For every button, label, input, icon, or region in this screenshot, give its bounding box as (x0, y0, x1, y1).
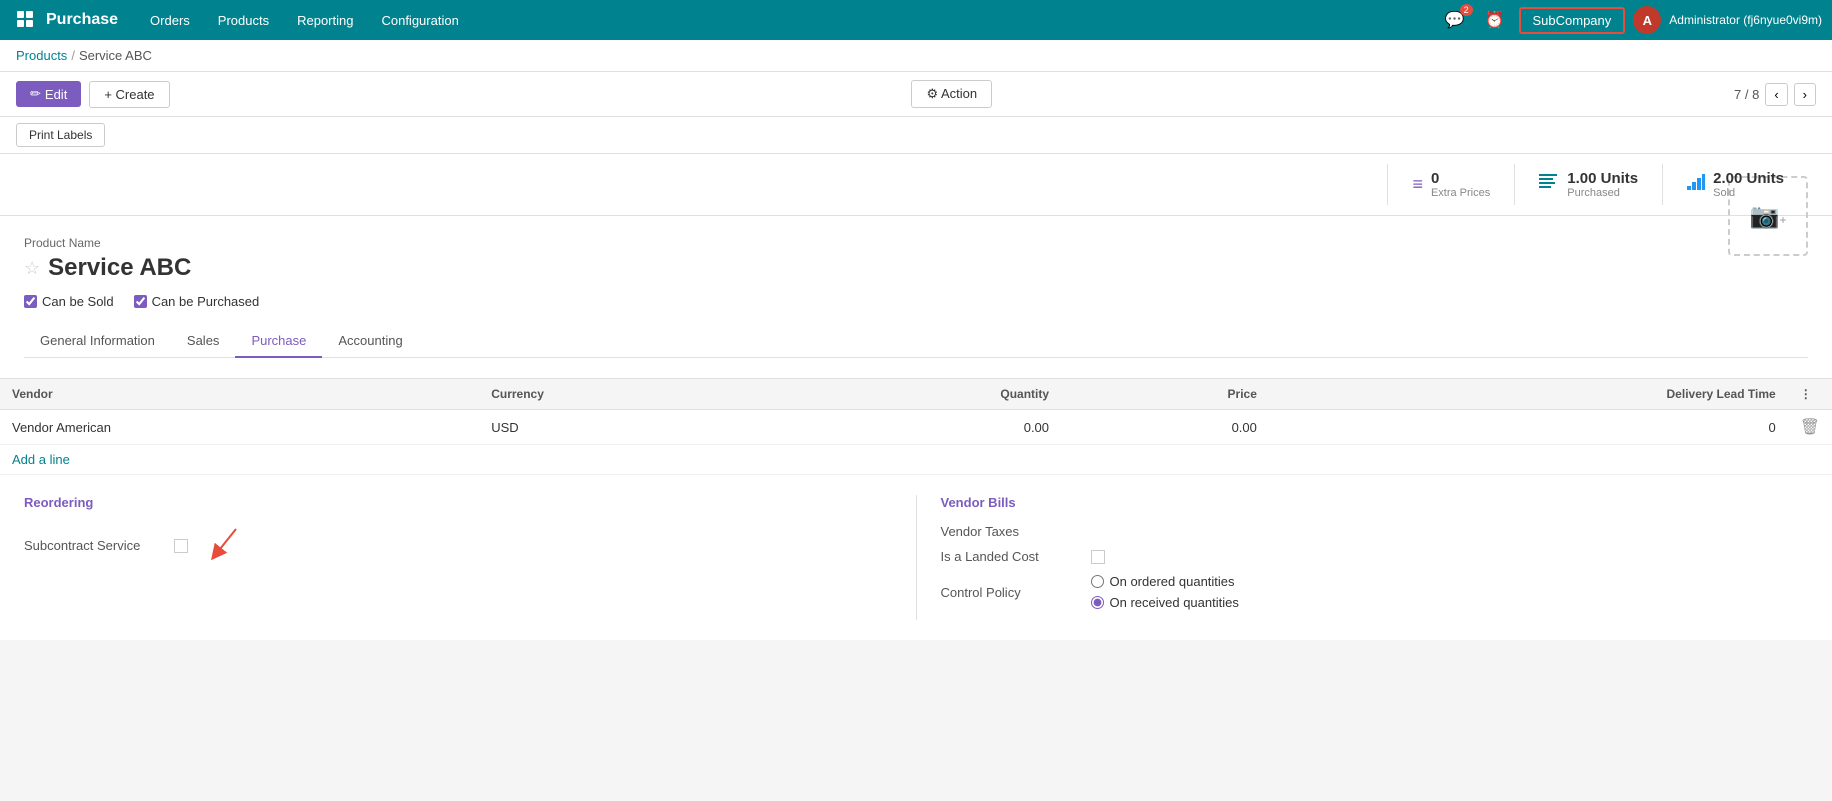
extra-prices-label: Extra Prices (1431, 187, 1490, 199)
reordering-section: Reordering Subcontract Service (24, 495, 892, 620)
vendor-col-header: Vendor (0, 379, 479, 410)
chat-icon[interactable]: 💬 2 (1439, 6, 1471, 34)
tab-purchase[interactable]: Purchase (235, 325, 322, 358)
avatar[interactable]: A (1633, 6, 1661, 34)
table-options-icon[interactable]: ⋮ (1800, 387, 1812, 401)
units-purchased-label: Purchased (1567, 187, 1638, 199)
tab-sales[interactable]: Sales (171, 325, 236, 358)
tab-accounting[interactable]: Accounting (322, 325, 418, 358)
main-toolbar: ✏ Edit + Create ⚙ Action 7 / 8 ‹ › (0, 72, 1832, 117)
delivery-lead-time-col-header: Delivery Lead Time (1269, 379, 1788, 410)
subcontract-service-label: Subcontract Service (24, 538, 164, 553)
extra-prices-number: 0 (1431, 170, 1490, 187)
purchase-tab-content: Vendor Currency Quantity Price Delivery … (0, 379, 1832, 640)
pagination-text: 7 / 8 (1734, 87, 1759, 102)
can-be-purchased-checkbox[interactable]: Can be Purchased (134, 294, 260, 309)
secondary-toolbar: Print Labels (0, 117, 1832, 154)
delete-row-button[interactable]: 🗑 (1800, 417, 1820, 437)
quantity-col-header: Quantity (778, 379, 1061, 410)
print-labels-button[interactable]: Print Labels (16, 123, 105, 147)
subcompany-button[interactable]: SubCompany (1519, 7, 1626, 34)
reordering-title: Reordering (24, 495, 892, 510)
product-title-row: ☆ Service ABC (24, 254, 1728, 282)
vendor-table: Vendor Currency Quantity Price Delivery … (0, 379, 1832, 475)
extra-prices-icon: ≡ (1412, 174, 1423, 195)
price-col-header: Price (1061, 379, 1269, 410)
vendor-bills-section: Vendor Bills Vendor Taxes Is a Landed Co… (941, 495, 1809, 620)
product-flags: Can be Sold Can be Purchased (24, 294, 1808, 309)
chat-badge: 2 (1460, 4, 1473, 16)
bottom-sections: Reordering Subcontract Service (0, 475, 1832, 620)
breadcrumb: Products / Service ABC (0, 40, 1832, 72)
units-purchased-icon (1539, 174, 1559, 195)
control-policy-label: Control Policy (941, 585, 1081, 600)
nav-icons-group: 💬 2 ⏰ SubCompany A Administrator (fj6nyu… (1439, 6, 1822, 34)
landed-cost-label: Is a Landed Cost (941, 549, 1081, 564)
create-button[interactable]: + Create (89, 81, 169, 108)
landed-cost-checkbox[interactable] (1091, 550, 1105, 564)
currency-col-header: Currency (479, 379, 778, 410)
nav-configuration[interactable]: Configuration (369, 7, 470, 34)
vendor-bills-title: Vendor Bills (941, 495, 1809, 510)
user-name[interactable]: Administrator (fj6nyue0vi9m) (1669, 13, 1822, 27)
stats-bar: ≡ 0 Extra Prices 1.00 Units Purchased (0, 154, 1832, 216)
main-content: 📷+ Product Name ☆ Service ABC Can be Sol… (0, 216, 1832, 379)
section-divider (916, 495, 917, 620)
favorite-star-icon[interactable]: ☆ (24, 258, 40, 279)
subcontract-service-field: Subcontract Service (24, 524, 892, 567)
stat-extra-prices[interactable]: ≡ 0 Extra Prices (1387, 164, 1514, 205)
vendor-taxes-label: Vendor Taxes (941, 524, 1081, 539)
pagination: 7 / 8 ‹ › (1734, 83, 1816, 106)
tab-general-information[interactable]: General Information (24, 325, 171, 358)
pagination-prev[interactable]: ‹ (1765, 83, 1787, 106)
stat-units-purchased[interactable]: 1.00 Units Purchased (1514, 164, 1662, 205)
units-purchased-number: 1.00 Units (1567, 170, 1638, 187)
add-line-label[interactable]: Add a line (0, 445, 1832, 475)
options-col-header: ⋮ (1788, 379, 1832, 410)
action-button[interactable]: ⚙ Action (911, 80, 992, 108)
app-title: Purchase (46, 11, 118, 29)
radio-ordered-quantities[interactable]: On ordered quantities (1091, 574, 1239, 589)
top-navigation: Purchase Orders Products Reporting Confi… (0, 0, 1832, 40)
nav-reporting[interactable]: Reporting (285, 7, 365, 34)
clock-icon[interactable]: ⏰ (1479, 6, 1511, 34)
units-sold-icon (1687, 174, 1705, 195)
radio-received-quantities[interactable]: On received quantities (1091, 595, 1239, 610)
units-sold-number: 2.00 Units (1713, 170, 1784, 187)
radio-ordered-label: On ordered quantities (1110, 574, 1235, 589)
radio-received-label: On received quantities (1110, 595, 1239, 610)
nav-products[interactable]: Products (206, 7, 281, 34)
grid-icon[interactable] (10, 4, 42, 36)
vendor-taxes-field: Vendor Taxes (941, 524, 1809, 539)
product-title: Service ABC (48, 254, 191, 282)
control-policy-field: Control Policy On ordered quantities On … (941, 574, 1809, 610)
breadcrumb-parent[interactable]: Products (16, 48, 67, 63)
breadcrumb-current: Service ABC (79, 48, 152, 63)
units-sold-label: Sold (1713, 187, 1784, 199)
pagination-next[interactable]: › (1794, 83, 1816, 106)
table-row: Vendor American USD 0.00 0.00 0 🗑 (0, 410, 1832, 445)
landed-cost-field: Is a Landed Cost (941, 549, 1809, 564)
subcontract-service-checkbox[interactable] (174, 539, 188, 553)
product-name-label: Product Name (24, 236, 1808, 250)
edit-icon: ✏ (30, 86, 41, 102)
product-tabs: General Information Sales Purchase Accou… (24, 325, 1808, 358)
quantity-cell: 0.00 (778, 410, 1061, 445)
nav-orders[interactable]: Orders (138, 7, 202, 34)
currency-cell: USD (479, 410, 778, 445)
stat-units-sold[interactable]: 2.00 Units Sold (1662, 164, 1808, 205)
arrow-indicator (206, 524, 246, 564)
control-policy-options: On ordered quantities On received quanti… (1091, 574, 1239, 610)
delete-cell: 🗑 (1788, 410, 1832, 445)
can-be-sold-checkbox[interactable]: Can be Sold (24, 294, 114, 309)
vendor-cell: Vendor American (0, 410, 479, 445)
add-line-row[interactable]: Add a line (0, 445, 1832, 475)
breadcrumb-separator: / (71, 48, 75, 63)
edit-button[interactable]: ✏ Edit (16, 81, 81, 107)
add-photo-icon: 📷+ (1750, 202, 1787, 231)
edit-label: Edit (45, 87, 67, 102)
price-cell: 0.00 (1061, 410, 1269, 445)
delivery-lead-time-cell: 0 (1269, 410, 1788, 445)
